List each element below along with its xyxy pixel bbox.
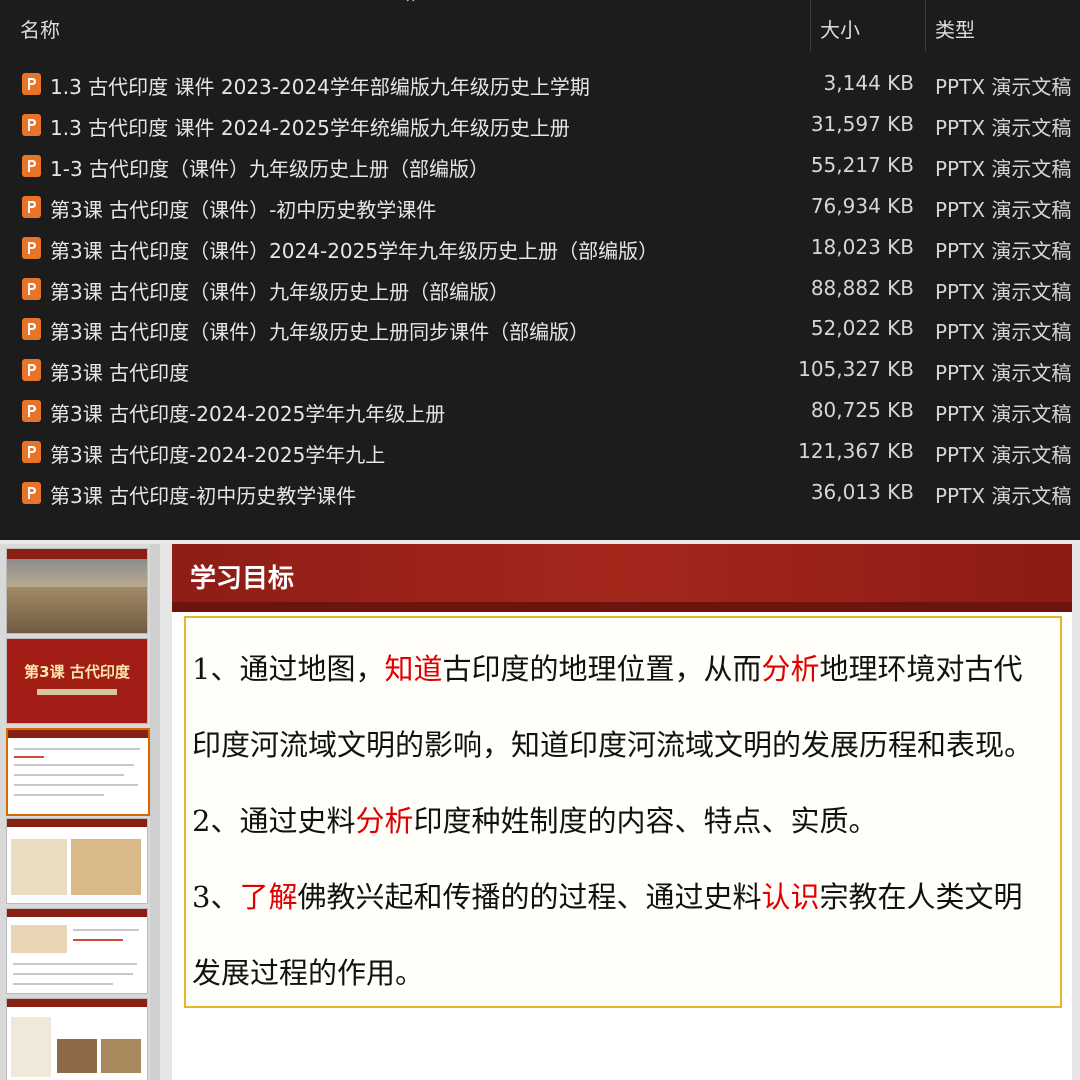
pptx-file-icon [22, 400, 41, 423]
file-row[interactable]: 第3课 古代印度（课件）九年级历史上册（部编版） 88,882 KB PPTX 演示… [0, 269, 1080, 309]
file-name: 第3课 古代印度-2024-2025学年九年级上册 [50, 402, 446, 427]
highlight-keyword: 了解 [239, 880, 298, 914]
slide-thumbnail-3[interactable] [6, 728, 150, 816]
highlight-keyword: 认识 [761, 880, 820, 914]
slide-thumbnail-2[interactable]: 第3课 古代印度 [6, 638, 148, 724]
objective-text: 古印度的地理位置，从而 [442, 652, 762, 686]
highlight-keyword: 知道 [384, 652, 443, 686]
file-type: PPTX 演示文稿 [935, 320, 1072, 345]
file-name: 第3课 古代印度-2024-2025学年九上 [50, 443, 386, 468]
file-size: 105,327 KB [798, 357, 914, 382]
file-row[interactable]: 1-3 古代印度（课件）九年级历史上册（部编版） 55,217 KB PPTX 演示… [0, 146, 1080, 186]
file-size: 18,023 KB [810, 234, 914, 259]
slide-thumbnail-6[interactable] [6, 998, 148, 1080]
file-size: 121,367 KB [798, 439, 914, 464]
file-name: 1.3 古代印度 课件 2024-2025学年统编版九年级历史上册 [50, 115, 570, 140]
file-name: 第3课 古代印度（课件）九年级历史上册（部编版） [50, 279, 510, 304]
column-name[interactable]: 名称 [20, 14, 60, 43]
header-underline [172, 602, 1072, 612]
file-type: PPTX 演示文稿 [935, 75, 1072, 99]
objective-line-3: 2、通过史料分析印度种姓制度的内容、特点、实质。 [192, 798, 877, 840]
objective-text: 发展过程的作用。 [192, 956, 425, 990]
slide-thumbnail-1[interactable] [6, 548, 148, 634]
highlight-keyword: 分析 [761, 652, 820, 686]
file-size: 76,934 KB [810, 193, 914, 218]
file-size: 55,217 KB [810, 152, 914, 177]
file-row[interactable]: 第3课 古代印度 105,327 KB PPTX 演示文稿 [0, 350, 1080, 390]
objective-text: 宗教在人类文明 [819, 880, 1023, 914]
presentation-window: 第3课 古代印度 学习目标 1、通过地图，知道古印度的地理位置，从而分析地理环境… [0, 544, 1080, 1080]
file-type: PPTX 演示文稿 [935, 238, 1072, 263]
objective-text: 印度河流域文明的影响，知道印度河流域文明的发展历程和表现。 [192, 728, 1034, 762]
file-name: 第3课 古代印度（课件）-初中历史教学课件 [50, 197, 437, 222]
file-row[interactable]: 1.3 古代印度 课件 2024-2025学年统编版九年级历史上册 31,597 … [0, 105, 1080, 145]
file-row[interactable]: 第3课 古代印度（课件）九年级历史上册同步课件（部编版） 52,022 KB PPT… [0, 309, 1080, 349]
pptx-file-icon [22, 195, 41, 218]
slide-thumbnail-4[interactable] [6, 818, 148, 904]
objective-text: 3、 [192, 880, 240, 914]
slide-header-bar: 学习目标 [172, 544, 1072, 610]
file-row[interactable]: 1.3 古代印度 课件 2023-2024学年部编版九年级历史上学期 3,144 … [0, 64, 1080, 104]
file-type: PPTX 演示文稿 [935, 279, 1072, 304]
slide-title: 学习目标 [190, 564, 295, 594]
column-separator[interactable] [810, 0, 811, 52]
file-row[interactable]: 第3课 古代印度（课件）-初中历史教学课件 76,934 KB PPTX 演示文稿 [0, 187, 1080, 227]
pptx-file-icon [22, 154, 41, 177]
objectives-text-box[interactable]: 1、通过地图，知道古印度的地理位置，从而分析地理环境对古代 印度河流域文明的影响… [184, 616, 1062, 1008]
file-type: PPTX 演示文稿 [935, 115, 1072, 140]
thumbnail-title: 第3课 古代印度 [24, 663, 130, 681]
objective-text: 地理环境对古代 [819, 652, 1023, 686]
file-size: 52,022 KB [810, 316, 914, 341]
file-row[interactable]: 第3课 古代印度-初中历史教学课件 36,013 KB PPTX 演示文稿 [0, 473, 1080, 513]
pptx-file-icon [22, 441, 41, 464]
file-name: 1-3 古代印度（课件）九年级历史上册（部编版） [50, 156, 490, 181]
objective-text: 佛教兴起和传播的的过程、通过史料 [297, 880, 762, 914]
file-type: PPTX 演示文稿 [935, 484, 1072, 508]
file-type: PPTX 演示文稿 [935, 156, 1072, 181]
objective-line-4: 3、了解佛教兴起和传播的的过程、通过史料认识宗教在人类文明 [192, 874, 1023, 916]
file-size: 88,882 KB [810, 275, 914, 300]
file-row[interactable]: 第3课 古代印度-2024-2025学年九年级上册 80,725 KB PPTX 演… [0, 391, 1080, 431]
sort-caret-icon[interactable]: ⌃ [403, 0, 418, 15]
file-name: 第3课 古代印度（课件）2024-2025学年九年级历史上册（部编版） [50, 238, 659, 263]
pptx-file-icon [22, 236, 41, 259]
file-name: 第3课 古代印度 [50, 361, 190, 386]
objective-line-1: 1、通过地图，知道古印度的地理位置，从而分析地理环境对古代 [192, 646, 1023, 688]
pptx-file-icon [22, 318, 41, 341]
file-name: 第3课 古代印度（课件）九年级历史上册同步课件（部编版） [50, 320, 590, 345]
column-header: ⌃ 名称 大小 类型 [0, 0, 1080, 52]
pptx-file-icon [22, 113, 41, 136]
column-size[interactable]: 大小 [820, 14, 860, 43]
slide-thumbnail-5[interactable] [6, 908, 148, 994]
column-separator[interactable] [925, 0, 926, 52]
highlight-keyword: 分析 [355, 804, 414, 838]
file-size: 31,597 KB [810, 111, 914, 136]
file-row[interactable]: 第3课 古代印度-2024-2025学年九上 121,367 KB PPTX 演示文… [0, 432, 1080, 472]
pptx-file-icon [22, 277, 41, 300]
slide-canvas[interactable]: 学习目标 1、通过地图，知道古印度的地理位置，从而分析地理环境对古代 印度河流域… [172, 544, 1072, 1080]
column-type[interactable]: 类型 [935, 14, 975, 43]
file-size: 80,725 KB [810, 398, 914, 423]
file-type: PPTX 演示文稿 [935, 361, 1072, 386]
file-list-pane: ⌃ 名称 大小 类型 1.3 古代印度 课件 2023-2024学年部编版九年级… [0, 0, 1080, 540]
file-row[interactable]: 第3课 古代印度（课件）2024-2025学年九年级历史上册（部编版） 18,02… [0, 228, 1080, 268]
slide-thumbnail-pane: 第3课 古代印度 [0, 544, 160, 1080]
pptx-file-icon [22, 482, 41, 504]
objective-line-2: 印度河流域文明的影响，知道印度河流域文明的发展历程和表现。 [192, 722, 1033, 764]
file-name: 第3课 古代印度-初中历史教学课件 [50, 484, 357, 508]
objective-text: 1、通过地图， [192, 652, 385, 686]
objective-line-5: 发展过程的作用。 [192, 950, 424, 992]
file-size: 3,144 KB [823, 71, 914, 95]
file-name: 1.3 古代印度 课件 2023-2024学年部编版九年级历史上学期 [50, 75, 590, 99]
file-type: PPTX 演示文稿 [935, 443, 1072, 468]
thumbnail-scrollbar[interactable] [150, 544, 160, 1080]
pptx-file-icon [22, 359, 41, 382]
pptx-file-icon [22, 73, 41, 95]
file-type: PPTX 演示文稿 [935, 197, 1072, 222]
file-type: PPTX 演示文稿 [935, 402, 1072, 427]
file-size: 36,013 KB [810, 480, 914, 504]
objective-text: 印度种姓制度的内容、特点、实质。 [413, 804, 878, 838]
objective-text: 2、通过史料 [192, 804, 356, 838]
